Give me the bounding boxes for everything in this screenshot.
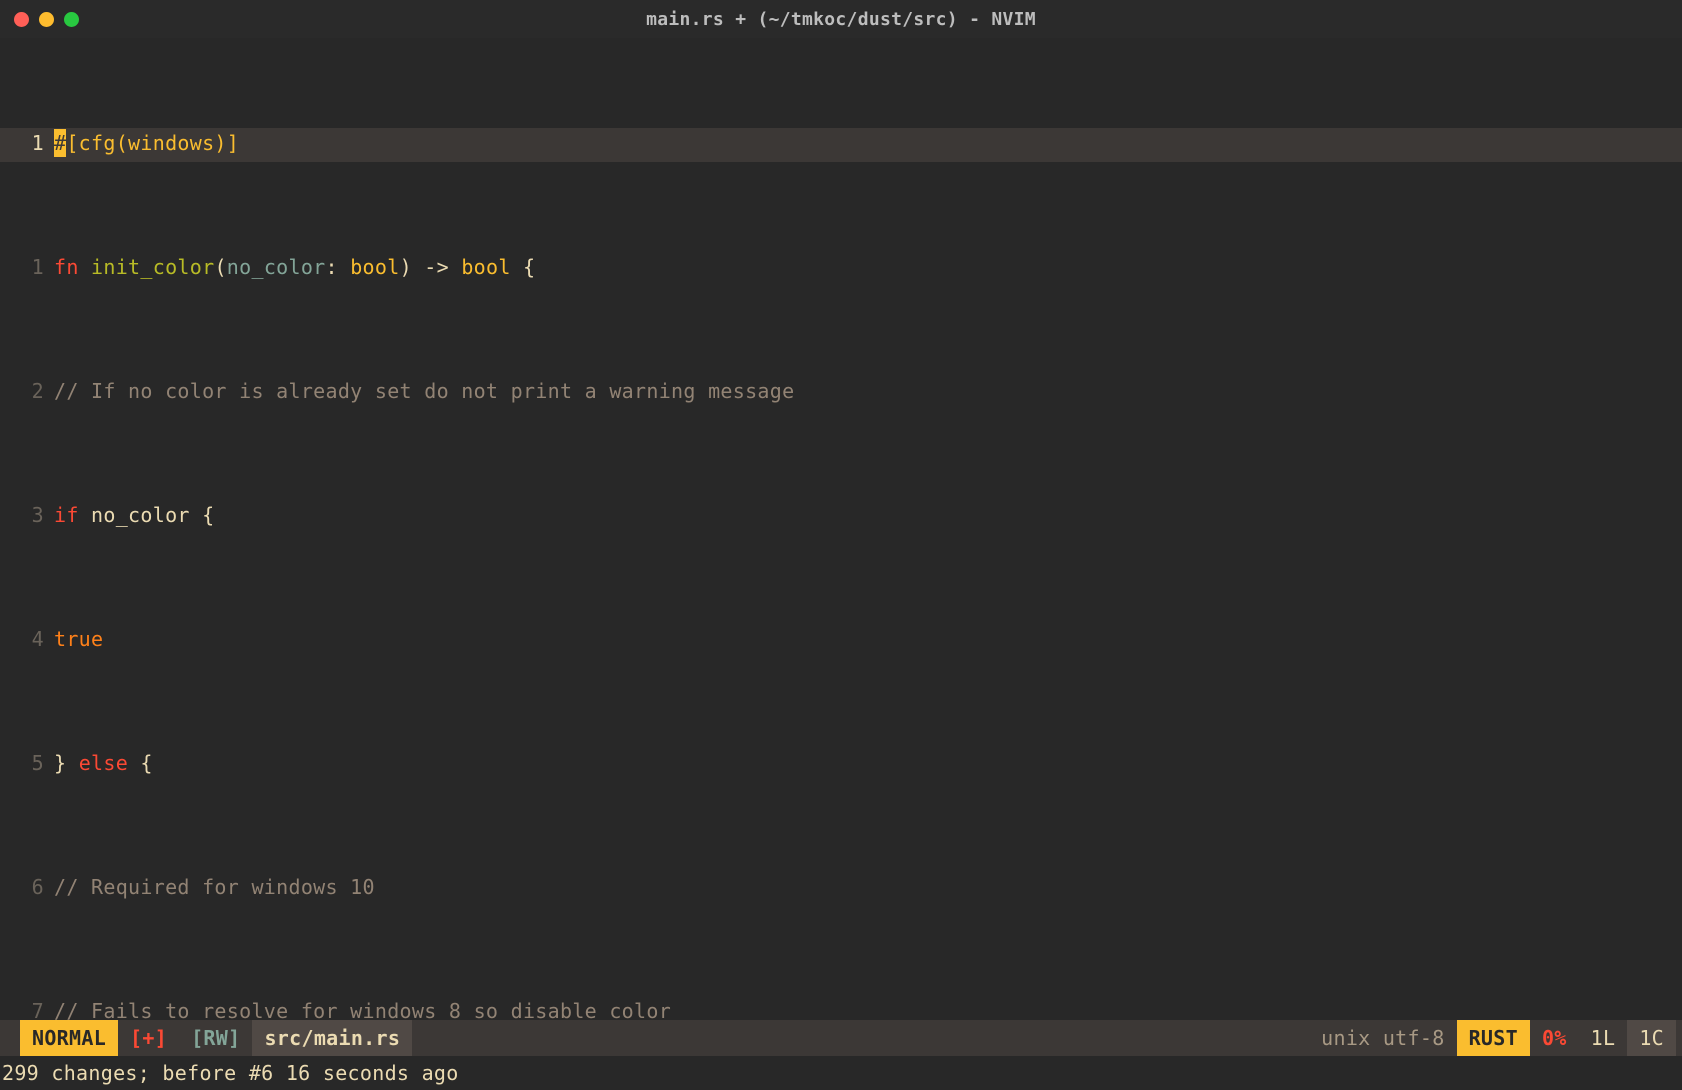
status-right: unix utf-8 RUST 0% 1L 1C: [1309, 1020, 1676, 1056]
code-content: if no_color {: [54, 500, 1682, 530]
code-line-current[interactable]: 1 #[cfg(windows)]: [0, 128, 1682, 162]
mode-indicator: NORMAL: [20, 1020, 118, 1056]
close-window-button[interactable]: [14, 12, 29, 27]
code-line[interactable]: 2 // If no color is already set do not p…: [0, 376, 1682, 410]
code-line[interactable]: 7 // Fails to resolve for windows 8 so d…: [0, 996, 1682, 1020]
code-content: true: [54, 624, 1682, 654]
line-number: 4: [0, 624, 54, 654]
scroll-percent: 0%: [1530, 1020, 1579, 1056]
line-number: 6: [0, 872, 54, 902]
code-area[interactable]: 1 #[cfg(windows)] 1 fn init_color(no_col…: [0, 38, 1682, 1020]
file-type: RUST: [1457, 1020, 1530, 1056]
line-number: 5: [0, 748, 54, 778]
code-content: // If no color is already set do not pri…: [54, 376, 1682, 406]
minimize-window-button[interactable]: [39, 12, 54, 27]
line-number: 2: [0, 376, 54, 406]
code-line[interactable]: 5 } else {: [0, 748, 1682, 782]
code-content: } else {: [54, 748, 1682, 778]
command-line[interactable]: 299 changes; before #6 16 seconds ago: [0, 1056, 1682, 1090]
code-line[interactable]: 3 if no_color {: [0, 500, 1682, 534]
file-encoding: unix utf-8: [1309, 1020, 1456, 1056]
line-number: 3: [0, 500, 54, 530]
code-line[interactable]: 6 // Required for windows 10: [0, 872, 1682, 906]
maximize-window-button[interactable]: [64, 12, 79, 27]
code-line[interactable]: 4 true: [0, 624, 1682, 658]
status-line: NORMAL [+] [RW] src/main.rs unix utf-8 R…: [0, 1020, 1682, 1056]
editor: 1 #[cfg(windows)] 1 fn init_color(no_col…: [0, 38, 1682, 1090]
line-number: 1: [0, 252, 54, 282]
line-number: 7: [0, 996, 54, 1020]
modified-flag: [+]: [118, 1020, 179, 1056]
code-content: fn init_color(no_color: bool) -> bool {: [54, 252, 1682, 282]
line-number-current: 1: [0, 128, 54, 158]
filepath: src/main.rs: [252, 1020, 412, 1056]
code-content: #[cfg(windows)]: [54, 128, 1682, 158]
readwrite-flag: [RW]: [179, 1020, 252, 1056]
cursor: #: [54, 129, 66, 157]
code-content: // Required for windows 10: [54, 872, 1682, 902]
code-content: // Fails to resolve for windows 8 so dis…: [54, 996, 1682, 1020]
code-line[interactable]: 1 fn init_color(no_color: bool) -> bool …: [0, 252, 1682, 286]
traffic-lights: [14, 12, 79, 27]
window-titlebar: main.rs + (~/tmkoc/dust/src) - NVIM: [0, 0, 1682, 38]
column-position: 1C: [1627, 1020, 1676, 1056]
window-title: main.rs + (~/tmkoc/dust/src) - NVIM: [0, 6, 1682, 33]
line-position: 1L: [1579, 1020, 1628, 1056]
